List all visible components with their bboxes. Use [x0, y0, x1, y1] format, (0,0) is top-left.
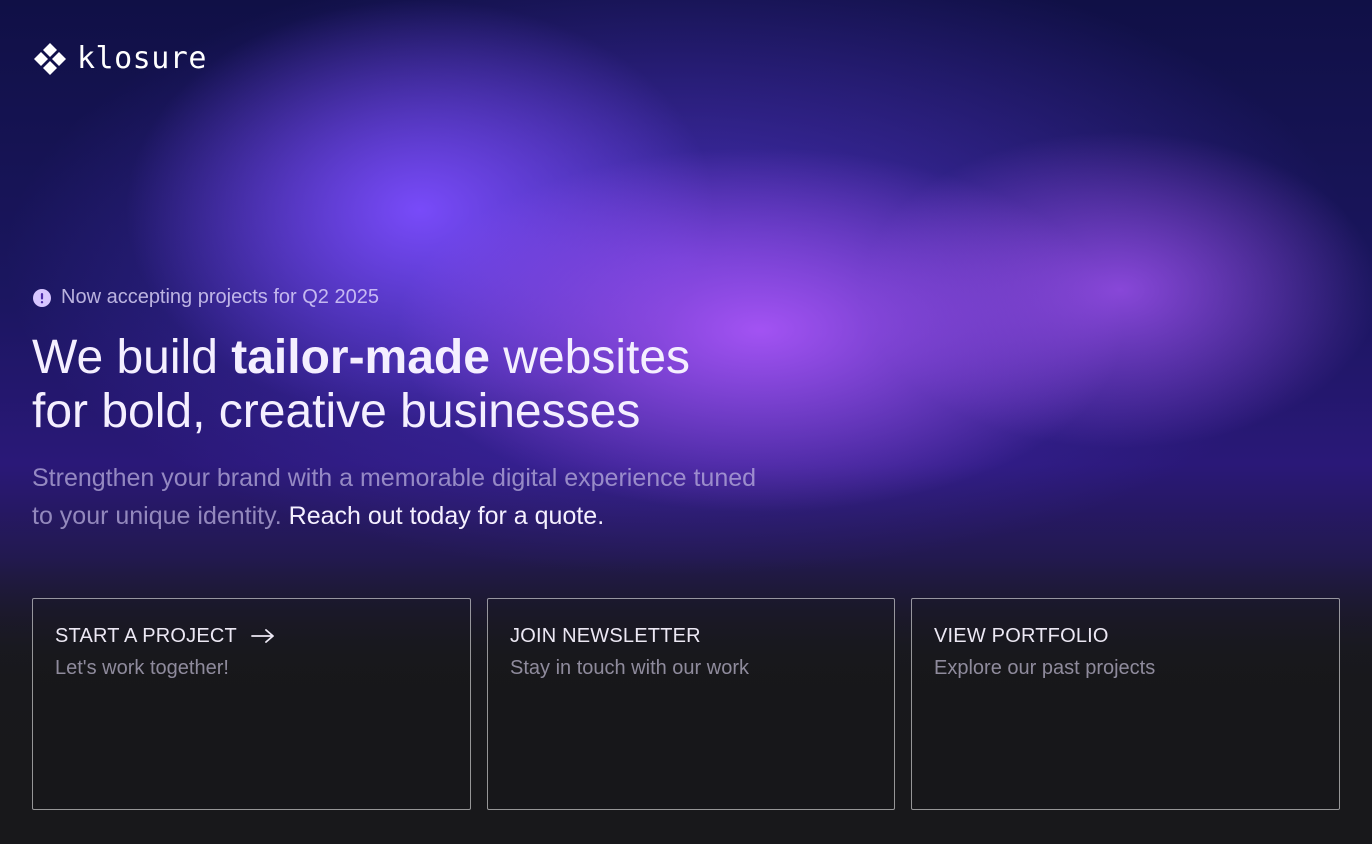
hero-headline: We build tailor-made websites for bold, … [32, 331, 690, 439]
subtext-emphasis: Reach out today for a quote. [288, 502, 605, 530]
card-title: START A PROJECT [55, 625, 237, 647]
hero-subtext: Strengthen your brand with a memorable d… [32, 459, 772, 535]
announcement-text: Now accepting projects for Q2 2025 [61, 286, 379, 308]
card-title: VIEW PORTFOLIO [934, 625, 1109, 647]
headline-bold: tailor-made [231, 331, 490, 384]
card-subtitle: Stay in touch with our work [510, 657, 749, 679]
headline-suffix: websites [489, 331, 691, 384]
alert-circle-icon [33, 288, 51, 307]
arrow-right-icon [251, 629, 274, 643]
start-project-card[interactable]: START A PROJECT Let's work together! [32, 598, 471, 810]
card-subtitle: Let's work together! [55, 657, 229, 679]
card-title-row: VIEW PORTFOLIO [934, 623, 1317, 649]
view-portfolio-card[interactable]: VIEW PORTFOLIO Explore our past projects [911, 598, 1340, 810]
brand-name: klosure [77, 41, 207, 76]
card-title-row: JOIN NEWSLETTER [510, 623, 872, 649]
headline-line-two: for bold, creative businesses [32, 385, 641, 438]
announcement: Now accepting projects for Q2 2025 [33, 286, 379, 309]
klosure-mark-icon [34, 43, 66, 75]
join-newsletter-card[interactable]: JOIN NEWSLETTER Stay in touch with our w… [487, 598, 895, 810]
headline-prefix: We build [32, 331, 232, 384]
card-subtitle: Explore our past projects [934, 657, 1156, 679]
card-title-row: START A PROJECT [55, 623, 448, 649]
brand-logo[interactable]: klosure [33, 42, 207, 76]
card-title: JOIN NEWSLETTER [510, 625, 701, 647]
